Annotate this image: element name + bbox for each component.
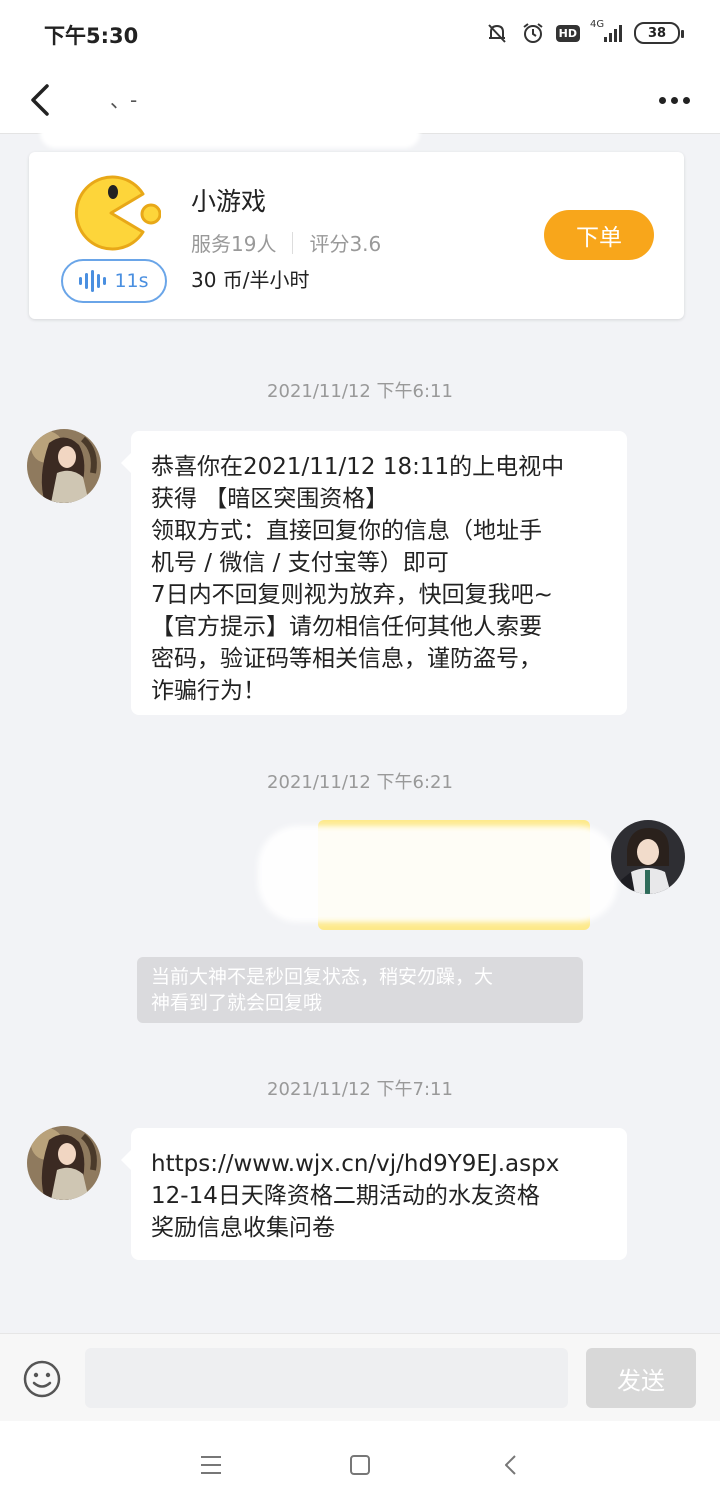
reply-status-notice: 当前大神不是秒回复状态，稍安勿躁，大 神看到了就会回复哦 xyxy=(137,957,583,1023)
message-text: 恭喜你在2021/11/12 18:11的上电视中 xyxy=(151,454,565,480)
alarm-icon xyxy=(520,20,546,46)
message-bubble[interactable]: 恭喜你在2021/11/12 18:11的上电视中 获得 【暗区突围资格】 领取… xyxy=(121,431,627,715)
send-button[interactable]: 发送 xyxy=(586,1348,696,1408)
more-dots-icon xyxy=(658,96,666,104)
message-timestamp: 2021/11/12 下午7:11 xyxy=(267,1079,453,1100)
redaction-mark xyxy=(40,118,420,148)
message-link[interactable]: https://www.wjx.cn/vj/hd9Y9EJ.aspx xyxy=(151,1148,607,1180)
message-text: 12-14日天降资格二期活动的水友资格 xyxy=(151,1183,540,1209)
chevron-left-icon xyxy=(31,84,49,116)
home-square-icon xyxy=(350,1455,370,1475)
message-timestamp: 2021/11/12 下午6:11 xyxy=(267,381,453,402)
voice-intro-button[interactable]: 11s xyxy=(61,259,167,303)
hd-icon: HD xyxy=(555,24,580,42)
back-triangle-icon xyxy=(505,1455,516,1475)
home-button[interactable] xyxy=(342,1447,378,1483)
message-text: 奖励信息收集问卷 xyxy=(151,1215,335,1241)
service-meta: 服务19人 评分3.6 xyxy=(191,228,381,257)
chat-title: 、- xyxy=(110,88,138,112)
status-bar: 下午5:30 HD 4G 38 xyxy=(0,0,720,66)
more-options-button[interactable] xyxy=(652,80,696,120)
message-composer: 发送 xyxy=(0,1333,720,1421)
service-name: 小游戏 xyxy=(191,187,267,216)
smiley-icon[interactable] xyxy=(22,1359,62,1399)
message-text: 领取方式：直接回复你的信息（地址手 xyxy=(151,518,542,544)
avatar-image xyxy=(611,820,685,894)
menu-button[interactable] xyxy=(193,1447,229,1483)
status-icons: HD 4G 38 xyxy=(484,18,684,48)
avatar[interactable] xyxy=(27,1126,101,1200)
rating: 评分3.6 xyxy=(309,232,382,256)
avatar-image xyxy=(27,1126,101,1200)
redaction-mark xyxy=(258,826,618,922)
avatar-image xyxy=(27,429,101,503)
order-button[interactable]: 下单 xyxy=(544,210,654,260)
served-count: 服务19人 xyxy=(191,232,277,256)
voice-wave-icon xyxy=(79,270,107,292)
battery-icon: 38 xyxy=(634,22,684,44)
message-text: 机号 / 微信 / 支付宝等）即可 xyxy=(151,550,449,576)
message-text: 诈骗行为！ xyxy=(151,678,266,704)
mute-bell-icon xyxy=(484,20,510,46)
meta-divider xyxy=(292,231,294,254)
message-text: 密码，验证码等相关信息，谨防盗号， xyxy=(151,646,542,672)
message-bubble[interactable]: https://www.wjx.cn/vj/hd9Y9EJ.aspx 12-14… xyxy=(121,1128,627,1260)
pacman-game-icon xyxy=(74,175,161,251)
own-avatar[interactable] xyxy=(611,820,685,894)
message-text: 7日内不回复则视为放弃，快回复我吧~ xyxy=(151,582,553,608)
notice-text: 神看到了就会回复哦 xyxy=(151,992,323,1014)
message-text: 获得 【暗区突围资格】 xyxy=(151,486,389,512)
service-price: 30 币/半小时 xyxy=(191,268,310,292)
signal-icon: 4G xyxy=(590,20,624,46)
voice-duration: 11s xyxy=(114,270,149,292)
system-navigation-bar xyxy=(0,1421,720,1507)
message-text: 【官方提示】请勿相信任何其他人索要 xyxy=(151,614,542,640)
system-back-button[interactable] xyxy=(493,1447,529,1483)
message-input[interactable] xyxy=(85,1348,568,1408)
notice-text: 当前大神不是秒回复状态，稍安勿躁，大 xyxy=(151,966,494,988)
message-timestamp: 2021/11/12 下午6:21 xyxy=(267,772,453,793)
menu-icon xyxy=(201,1456,221,1474)
avatar[interactable] xyxy=(27,429,101,503)
status-time: 下午5:30 xyxy=(44,24,139,48)
service-card: 11s 小游戏 服务19人 评分3.6 30 币/半小时 下单 xyxy=(29,152,684,319)
